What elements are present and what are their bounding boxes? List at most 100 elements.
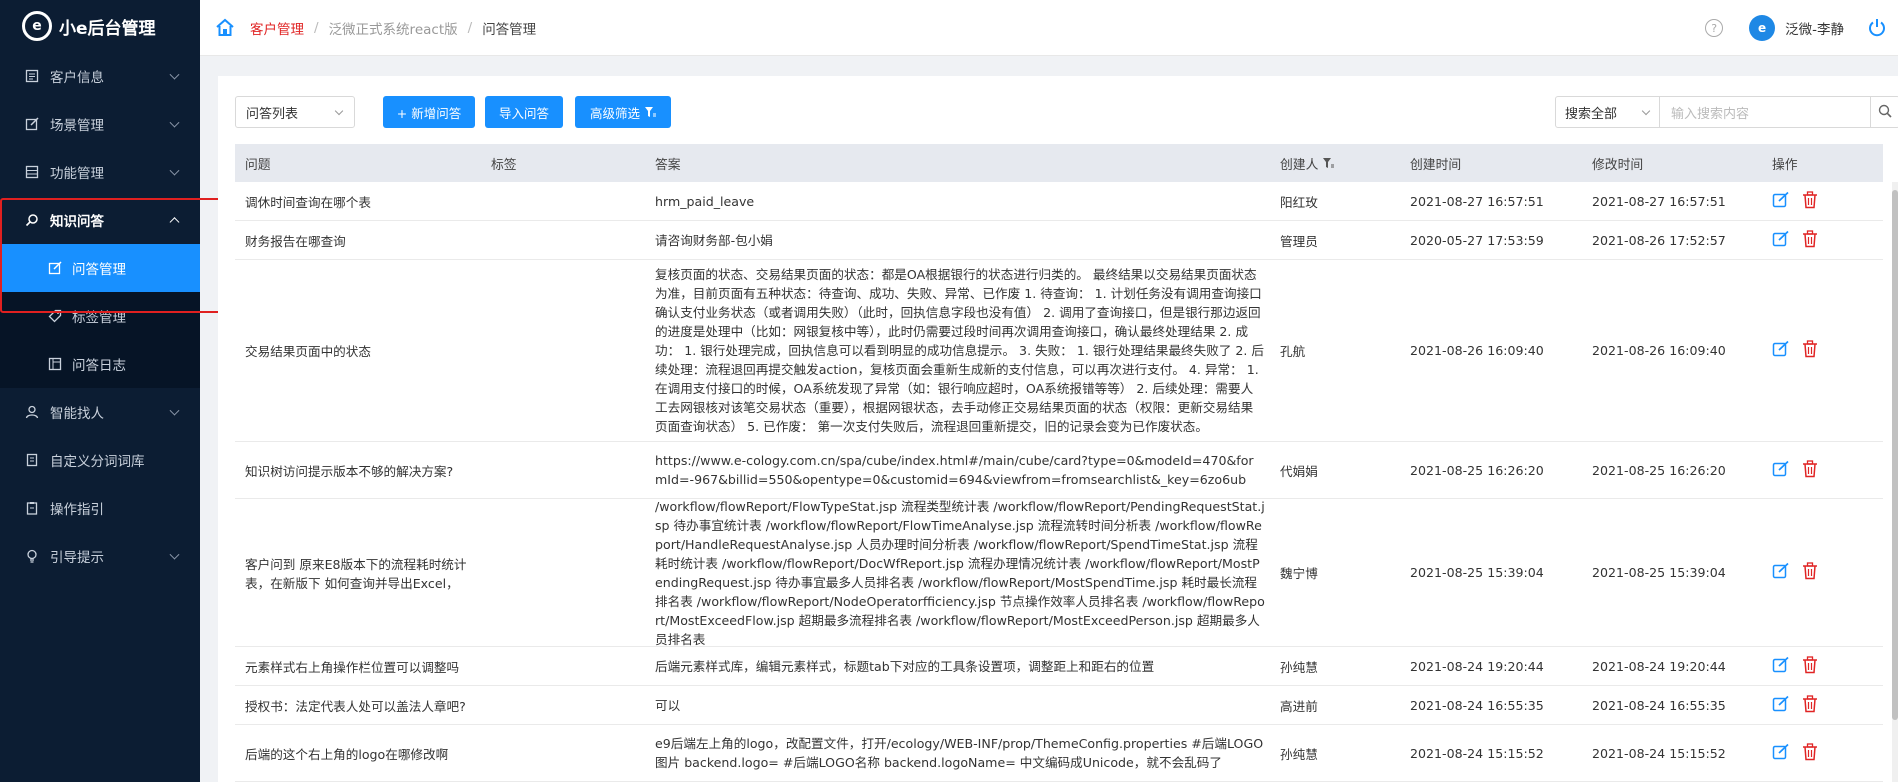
table-scrollbar[interactable]	[1892, 182, 1898, 782]
list-type-value: 问答列表	[246, 106, 299, 122]
table-row[interactable]: 授权书：法定代表人处可以盖法人章吧? 可以 高进前 2021-08-24 16:55:…	[235, 686, 1883, 725]
search-scope-select[interactable]: 搜索全部	[1555, 96, 1660, 128]
delete-icon[interactable]	[1802, 340, 1818, 361]
cell-answer-text: hrm_paid_leave	[655, 193, 755, 209]
edit-icon[interactable]	[1772, 695, 1790, 716]
cell-created-time: 2021-08-27 16:57:51	[1410, 182, 1580, 220]
sidebar-item-custom-dictionary[interactable]: 自定义分词词库	[0, 436, 200, 484]
cell-tag	[491, 442, 641, 498]
breadcrumb: 客户管理 / 泛微正式系统react版 / 问答管理	[250, 18, 536, 38]
table-row[interactable]: 知识树访问提示版本不够的解决方案? https://www.e-cology.co…	[235, 442, 1883, 499]
cell-answer: hrm_paid_leave	[655, 182, 1265, 220]
table-row[interactable]: 财务报告在哪查询 请咨询财务部-包小娟 管理员 2020-05-27 17:53:59…	[235, 221, 1883, 260]
delete-icon[interactable]	[1802, 229, 1818, 251]
column-header-question: 问题	[245, 157, 271, 173]
avatar[interactable]: e	[1749, 15, 1776, 41]
cell-modified-time: 2021-08-26 17:52:57	[1592, 221, 1762, 259]
cell-created-time: 2020-05-27 17:53:59	[1410, 221, 1580, 259]
edit-icon[interactable]	[1772, 460, 1790, 481]
delete-icon[interactable]	[1802, 190, 1818, 212]
cell-question-text: 调休时间查询在哪个表	[245, 194, 371, 210]
cell-question: 元素样式右上角操作栏位置可以调整吗	[245, 647, 481, 685]
logout-icon[interactable]	[1868, 18, 1886, 38]
edit-icon[interactable]	[1772, 743, 1790, 764]
table-row[interactable]: 元素样式右上角操作栏位置可以调整吗 后端元素样式库，编辑元素样式，标题tab下对应…	[235, 647, 1883, 686]
help-icon[interactable]: ?	[1705, 19, 1724, 37]
edit-icon[interactable]	[1772, 230, 1790, 251]
search-button[interactable]	[1870, 96, 1898, 128]
edit-icon[interactable]	[1772, 656, 1790, 677]
sidebar-subitem-qa-log[interactable]: 问答日志	[0, 340, 200, 388]
delete-icon[interactable]	[1802, 655, 1818, 677]
scrollbar-thumb[interactable]	[1892, 190, 1898, 720]
cell-question-text: 交易结果页面中的状态	[245, 344, 371, 359]
cell-creator-text: 管理员	[1280, 233, 1318, 249]
cell-modified-time-text: 2021-08-25 16:26:20	[1592, 462, 1726, 478]
cell-answer-text: 后端元素样式库，编辑元素样式，标题tab下对应的工具条设置项，调整距上和距右的位…	[655, 658, 1155, 674]
breadcrumb-item-customer[interactable]: 客户管理	[250, 18, 304, 38]
cell-created-time-text: 2021-08-24 19:20:44	[1410, 658, 1544, 674]
filter-icon[interactable]	[1322, 157, 1335, 169]
cell-question: 后端的这个右上角的logo在哪修改啊	[245, 725, 481, 781]
import-qa-button[interactable]: 导入问答	[485, 96, 563, 128]
edit-icon[interactable]	[1772, 562, 1790, 583]
search-icon	[24, 212, 40, 228]
app-title: 小e后台管理	[59, 18, 156, 39]
sidebar: e 小e后台管理 客户信息 场景管理 功能管理 知识问答 问答管理 标签管理 问…	[0, 0, 200, 782]
sidebar-item-function-management[interactable]: 功能管理	[0, 148, 200, 196]
delete-icon[interactable]	[1802, 459, 1818, 481]
sidebar-item-label: 场景管理	[50, 118, 104, 134]
cell-created-time: 2021-08-26 16:09:40	[1410, 260, 1580, 441]
sidebar-item-guide-tips[interactable]: 引导提示	[0, 532, 200, 580]
cell-question: 知识树访问提示版本不够的解决方案?	[245, 442, 481, 498]
sidebar-subitem-tag-management[interactable]: 标签管理	[0, 292, 200, 340]
user-name[interactable]: 泛微-李静	[1785, 18, 1844, 38]
cell-modified-time-text: 2021-08-24 19:20:44	[1592, 658, 1726, 674]
advanced-filter-button[interactable]: 高级筛选	[575, 96, 671, 128]
delete-icon[interactable]	[1802, 694, 1818, 716]
table-row[interactable]: 客户问到 原来E8版本下的流程耗时统计表，在新版下 如何查询并导出Excel， /…	[235, 499, 1883, 647]
sidebar-item-smart-find-person[interactable]: 智能找人	[0, 388, 200, 436]
table-row[interactable]: 交易结果页面中的状态 复核页面的状态、交易结果页面的状态：都是OA根据银行的状态进…	[235, 260, 1883, 442]
sidebar-item-customer-info[interactable]: 客户信息	[0, 52, 200, 100]
chevron-down-icon	[169, 549, 180, 560]
cell-answer: 请咨询财务部-包小娟	[655, 221, 1265, 259]
delete-icon[interactable]	[1802, 742, 1818, 764]
cell-creator: 代娟娟	[1280, 442, 1400, 498]
table-row[interactable]: 调休时间查询在哪个表 hrm_paid_leave 阳红玫 2021-08-27 16…	[235, 182, 1883, 221]
delete-icon[interactable]	[1802, 562, 1818, 583]
toolbar: 问答列表 + 新增问答 导入问答 高级筛选 搜索全部 输入搜索内容	[235, 96, 1898, 128]
sidebar-item-label: 功能管理	[50, 166, 104, 182]
cell-answer-text: 复核页面的状态、交易结果页面的状态：都是OA根据银行的状态进行归类的。 最终结果…	[655, 267, 1265, 434]
cell-creator: 孙纯慧	[1280, 725, 1400, 781]
add-qa-button[interactable]: + 新增问答	[383, 96, 475, 128]
edit-icon[interactable]	[1772, 340, 1790, 361]
sidebar-item-knowledge-qa[interactable]: 知识问答	[0, 196, 200, 244]
table-header: 问题 标签 答案 创建人 创建时间 修改时间 操作	[235, 144, 1883, 182]
chevron-up-icon	[169, 217, 180, 228]
cell-created-time: 2021-08-24 16:55:35	[1410, 686, 1580, 724]
sidebar-item-scene-management[interactable]: 场景管理	[0, 100, 200, 148]
search-input[interactable]: 输入搜索内容	[1659, 96, 1871, 128]
topbar-right: ? e 泛微-李静	[1705, 0, 1898, 56]
sidebar-subitem-label: 问答日志	[72, 358, 126, 374]
sidebar-item-operation-guide[interactable]: 操作指引	[0, 484, 200, 532]
cell-modified-time: 2021-08-24 19:20:44	[1592, 647, 1762, 685]
cell-answer: e9后端左上角的logo，改配置文件，打开/ecology/WEB-INF/pr…	[655, 725, 1265, 781]
chevron-down-icon	[169, 117, 180, 128]
cell-creator: 孙纯慧	[1280, 647, 1400, 685]
home-icon[interactable]	[214, 17, 236, 39]
edit-icon[interactable]	[1772, 191, 1790, 212]
list-type-select[interactable]: 问答列表	[235, 96, 355, 128]
table-icon	[24, 164, 40, 180]
submenu-knowledge-qa: 问答管理 标签管理 问答日志	[0, 244, 200, 388]
cell-answer: https://www.e-cology.com.cn/spa/cube/ind…	[655, 442, 1265, 498]
cell-creator-text: 阳红玫	[1280, 194, 1318, 210]
breadcrumb-item-system[interactable]: 泛微正式系统react版	[329, 18, 458, 38]
cell-question: 交易结果页面中的状态	[245, 260, 481, 441]
cell-created-time: 2021-08-25 15:39:04	[1410, 499, 1580, 646]
table-body: 调休时间查询在哪个表 hrm_paid_leave 阳红玫 2021-08-27 16…	[235, 182, 1883, 782]
app-logo[interactable]: e 小e后台管理	[0, 0, 200, 52]
sidebar-subitem-qa-management[interactable]: 问答管理	[0, 244, 200, 292]
table-row[interactable]: 后端的这个右上角的logo在哪修改啊 e9后端左上角的logo，改配置文件，打开/…	[235, 725, 1883, 782]
